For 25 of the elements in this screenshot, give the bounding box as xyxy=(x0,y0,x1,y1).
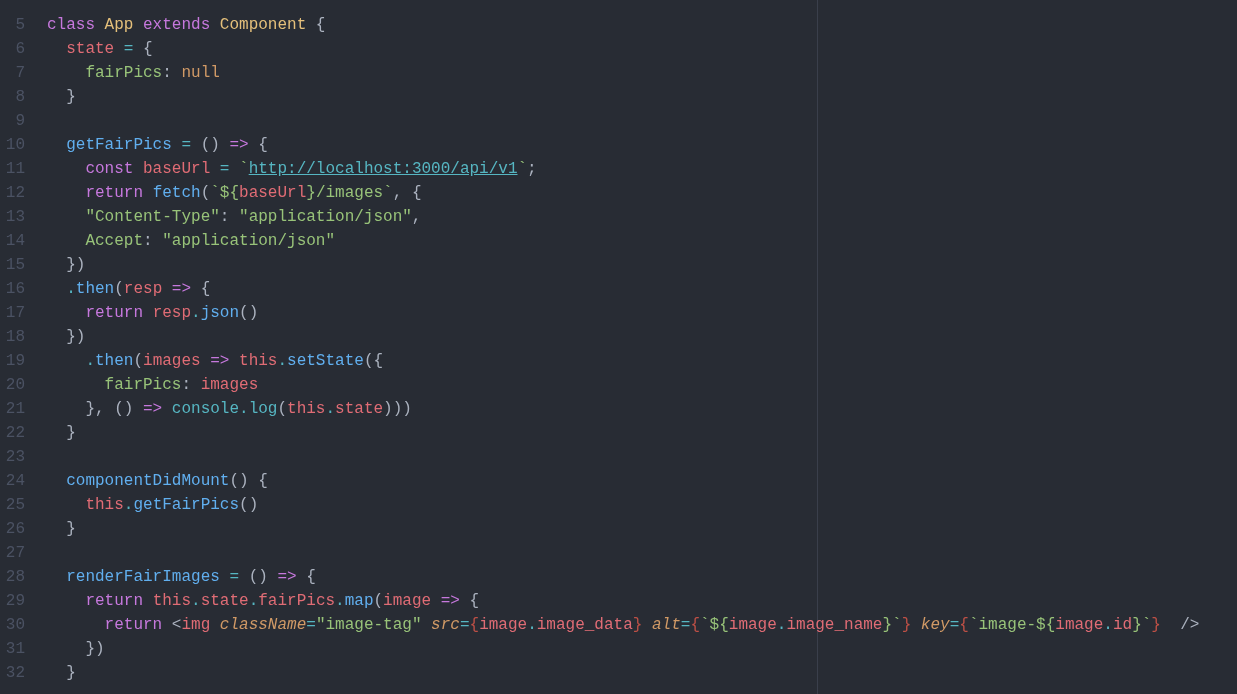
code-line: getFairPics = () => { xyxy=(65,135,268,156)
code-line: .then(images => this.setState({ xyxy=(84,351,384,372)
code-line: } xyxy=(65,87,76,108)
code-line: componentDidMount() { xyxy=(65,471,268,492)
code-line: fairPics: null xyxy=(84,63,220,84)
code-line: }) xyxy=(84,639,105,660)
code-line: renderFairImages = () => { xyxy=(65,567,316,588)
code-line: class App extends Component { xyxy=(47,15,326,36)
code-line: } xyxy=(65,423,76,444)
code-line: }, () => console.log(this.state))) xyxy=(84,399,412,420)
code-line: .then(resp => { xyxy=(65,279,211,300)
code-line: return this.state.fairPics.map(image => { xyxy=(84,591,480,612)
code-line: state = { xyxy=(65,39,153,60)
code-line: this.getFairPics() xyxy=(84,495,259,516)
code-line: }) xyxy=(65,327,86,348)
code-line: return fetch(`${baseUrl}/images`, { xyxy=(84,183,422,204)
code-line: "Content-Type": "application/json", xyxy=(84,207,422,228)
code-line: const baseUrl = `http://localhost:3000/api/v1`; xyxy=(84,159,537,180)
code-line: } xyxy=(65,519,76,540)
code-line: return <img className="image-tag" src={image.image_data} alt={`${image.image_name}`} key={`image-${image.id}`} /> xyxy=(103,615,1200,636)
code-line: } xyxy=(65,663,76,684)
code-line: Accept: "application/json" xyxy=(84,231,336,252)
code-line: }) xyxy=(65,255,86,276)
code-line: return resp.json() xyxy=(84,303,259,324)
code-line: fairPics: images xyxy=(103,375,259,396)
